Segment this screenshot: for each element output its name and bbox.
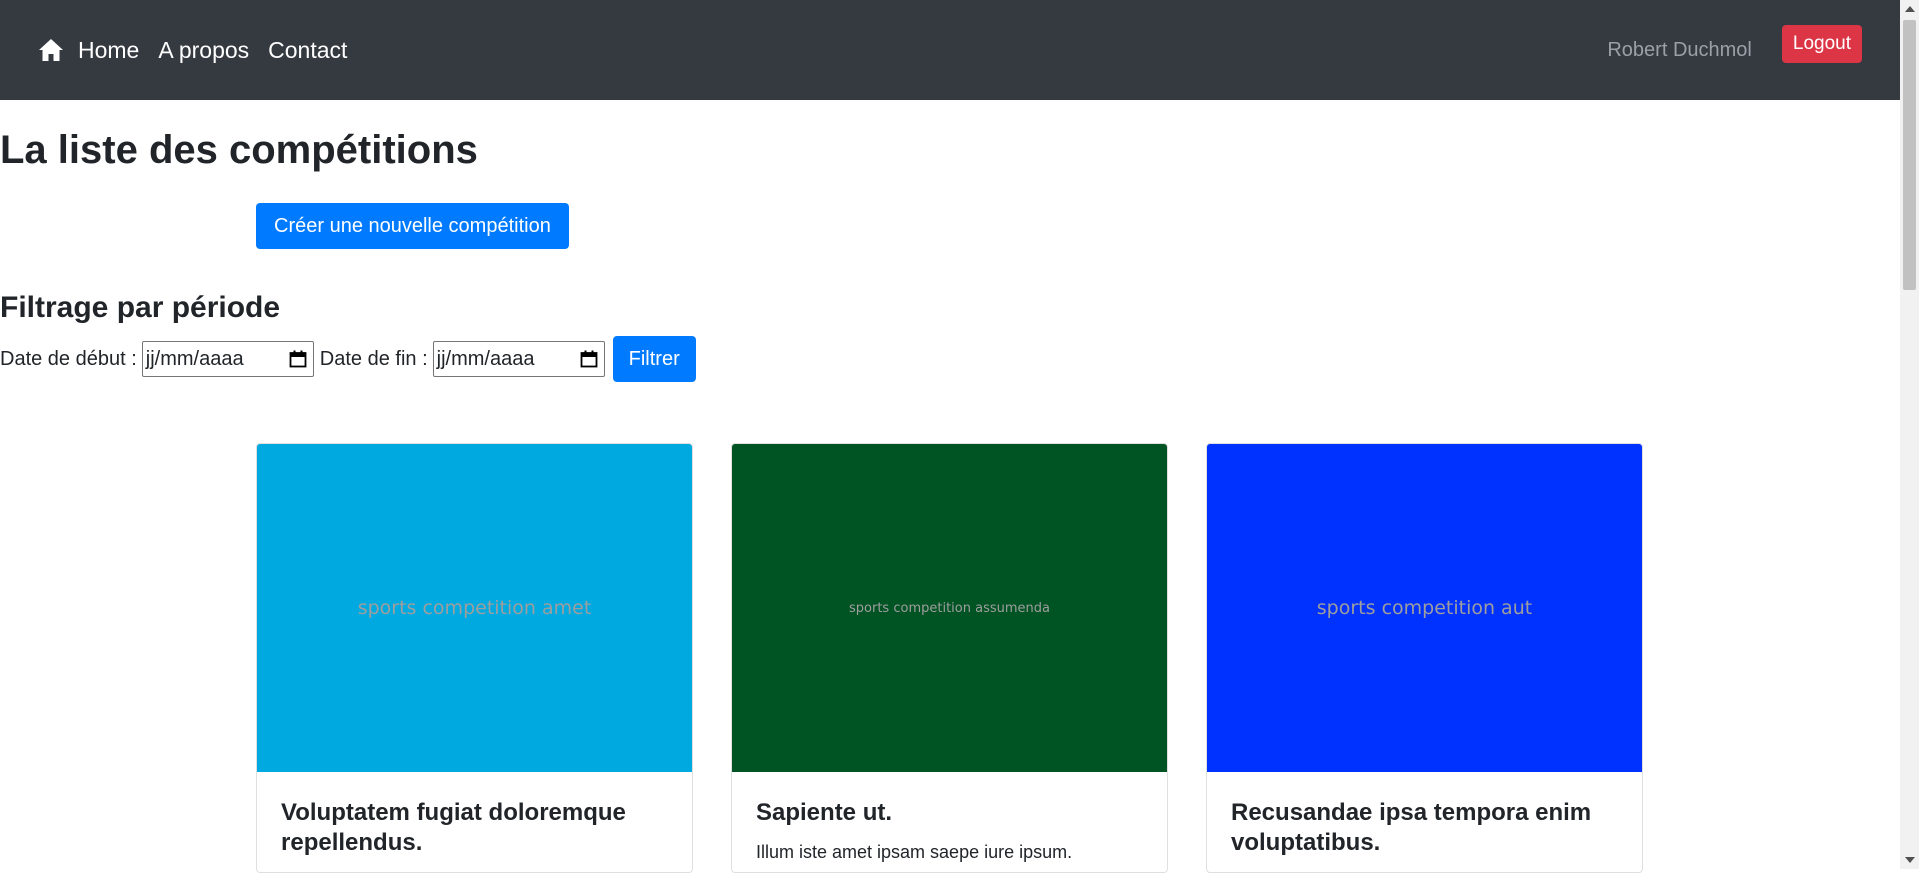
- competition-card[interactable]: sports competition aut Recusandae ipsa t…: [1206, 443, 1643, 873]
- end-date-placeholder: jj/mm/aaaa: [436, 347, 535, 370]
- competition-card[interactable]: sports competition assumenda Sapiente ut…: [731, 443, 1168, 873]
- create-competition-button[interactable]: Créer une nouvelle compétition: [256, 203, 569, 249]
- nav-left: Home A propos Contact: [38, 0, 366, 100]
- card-image: sports competition amet: [257, 444, 692, 772]
- start-date-placeholder: jj/mm/aaaa: [145, 347, 244, 370]
- end-date-label: Date de fin :: [319, 347, 428, 370]
- filter-button[interactable]: Filtrer: [612, 336, 696, 382]
- card-image-text: sports competition assumenda: [849, 600, 1050, 616]
- page-title: La liste des compétitions: [0, 128, 478, 172]
- card-image: sports competition aut: [1207, 444, 1642, 772]
- calendar-icon[interactable]: [580, 350, 598, 368]
- filter-heading: Filtrage par période: [0, 291, 281, 324]
- card-image-text: sports competition aut: [1316, 597, 1533, 619]
- nav-link-home[interactable]: Home: [78, 37, 139, 64]
- user-name[interactable]: Robert Duchmol: [1607, 39, 1752, 62]
- start-date-label: Date de début :: [0, 347, 137, 370]
- competition-card[interactable]: sports competition amet Voluptatem fugia…: [256, 443, 693, 873]
- scrollbar-thumb[interactable]: [1903, 20, 1916, 290]
- card-title: Voluptatem fugiat doloremque repellendus…: [281, 799, 626, 856]
- home-icon[interactable]: [38, 37, 64, 63]
- calendar-icon[interactable]: [289, 350, 307, 368]
- nav-right: Robert Duchmol Logout: [1607, 0, 1862, 100]
- filter-form: Date de début : jj/mm/aaaa Date de fin :…: [0, 336, 696, 382]
- card-text: Illum iste amet ipsam saepe iure ipsum.: [756, 842, 1073, 862]
- nav-link-contact[interactable]: Contact: [268, 37, 347, 64]
- scroll-down-icon[interactable]: [1905, 857, 1915, 863]
- card-body: Recusandae ipsa tempora enim voluptatibu…: [1207, 772, 1642, 858]
- card-image-text: sports competition amet: [357, 597, 592, 619]
- vertical-scrollbar[interactable]: [1900, 0, 1919, 869]
- card-body: Sapiente ut. Illum iste amet ipsam saepe…: [732, 772, 1167, 863]
- nav-link-a-propos[interactable]: A propos: [158, 37, 249, 64]
- start-date-input[interactable]: jj/mm/aaaa: [141, 341, 314, 377]
- card-title: Recusandae ipsa tempora enim voluptatibu…: [1231, 799, 1592, 856]
- navbar: Home A propos Contact Robert Duchmol Log…: [0, 0, 1900, 100]
- end-date-input[interactable]: jj/mm/aaaa: [432, 341, 605, 377]
- card-image: sports competition assumenda: [732, 444, 1167, 772]
- scroll-up-icon[interactable]: [1905, 6, 1915, 12]
- logout-button[interactable]: Logout: [1781, 25, 1862, 63]
- card-body: Voluptatem fugiat doloremque repellendus…: [257, 772, 692, 858]
- card-title: Sapiente ut.: [756, 799, 893, 826]
